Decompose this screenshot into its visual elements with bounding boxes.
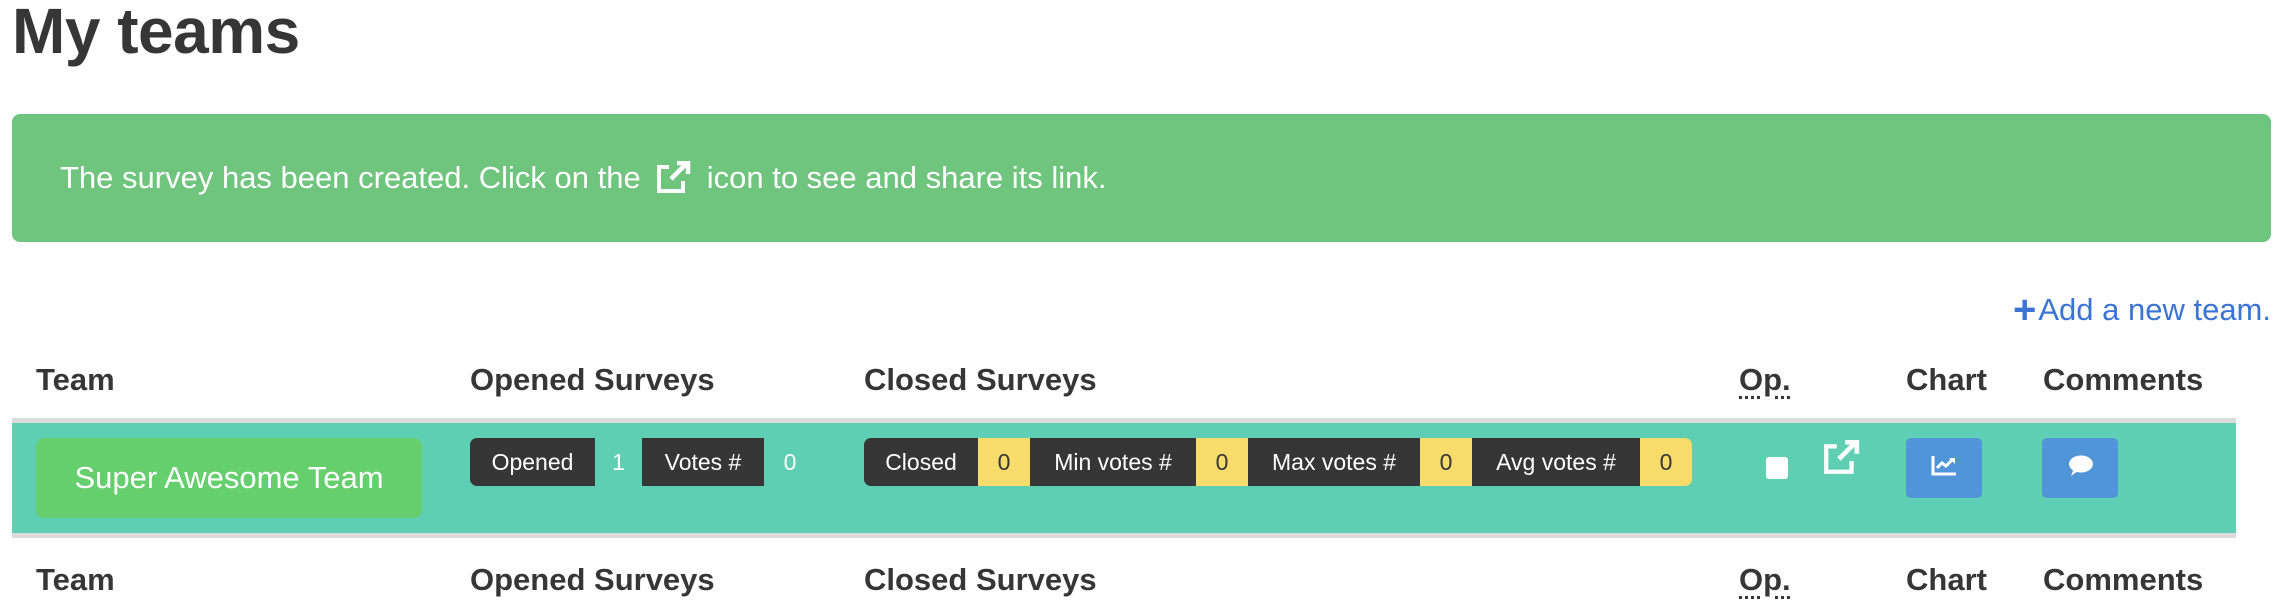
header-op: Op. xyxy=(1739,362,1791,398)
external-link-icon xyxy=(655,161,691,195)
table-header: Team Opened Surveys Closed Surveys Op. C… xyxy=(0,362,2284,402)
votes-value: 0 xyxy=(783,448,797,475)
comments-button[interactable] xyxy=(2042,438,2118,498)
max-votes-value: 0 xyxy=(1420,438,1472,486)
header-comments: Comments xyxy=(2043,362,2204,397)
header-closed-surveys: Closed Surveys xyxy=(864,362,1097,397)
min-votes-label: Min votes # xyxy=(1030,438,1196,486)
footer-closed-surveys: Closed Surveys xyxy=(864,562,1097,597)
opened-surveys-tags: Opened 1 Votes # 0 xyxy=(470,438,816,486)
footer-op-abbr: Op. xyxy=(1739,562,1791,597)
closed-value: 0 xyxy=(978,438,1030,486)
header-team: Team xyxy=(36,362,115,397)
alert-text-after: icon to see and share its link. xyxy=(706,160,1107,195)
max-votes-label: Max votes # xyxy=(1248,438,1420,486)
closed-label: Closed xyxy=(864,438,978,486)
avg-votes-value: 0 xyxy=(1640,438,1692,486)
opened-label: Opened xyxy=(470,438,595,486)
footer-chart: Chart xyxy=(1906,562,1987,597)
footer-opened-surveys: Opened Surveys xyxy=(470,562,715,597)
header-chart: Chart xyxy=(1906,362,1987,397)
header-op-abbr: Op. xyxy=(1739,362,1791,397)
footer-team: Team xyxy=(36,562,115,597)
team-button[interactable]: Super Awesome Team xyxy=(36,438,422,518)
page-title: My teams xyxy=(12,0,300,67)
success-notification: The survey has been created. Click on th… xyxy=(12,114,2271,242)
line-chart-icon xyxy=(1931,455,1957,481)
avg-votes-label: Avg votes # xyxy=(1472,438,1640,486)
table-footer: Team Opened Surveys Closed Surveys Op. C… xyxy=(0,562,2284,602)
add-team-label: Add a new team. xyxy=(2038,292,2271,327)
comment-icon xyxy=(2067,455,2093,482)
add-team-link[interactable]: + Add a new team. xyxy=(2013,290,2271,330)
chart-button[interactable] xyxy=(1906,438,1982,498)
footer-op: Op. xyxy=(1739,562,1791,598)
stop-icon[interactable] xyxy=(1766,457,1788,484)
footer-comments: Comments xyxy=(2043,562,2204,597)
plus-icon: + xyxy=(2013,288,2037,332)
min-votes-value: 0 xyxy=(1196,438,1248,486)
closed-surveys-tags: Closed 0 Min votes # 0 Max votes # 0 Avg… xyxy=(864,438,1692,486)
alert-text-before: The survey has been created. Click on th… xyxy=(60,160,641,195)
votes-label: Votes # xyxy=(642,438,764,486)
external-link-icon[interactable] xyxy=(1822,439,1860,481)
opened-value: 1 xyxy=(612,448,625,475)
header-opened-surveys: Opened Surveys xyxy=(470,362,715,397)
table-row: Super Awesome Team Opened 1 Votes # 0 Cl… xyxy=(12,418,2236,538)
